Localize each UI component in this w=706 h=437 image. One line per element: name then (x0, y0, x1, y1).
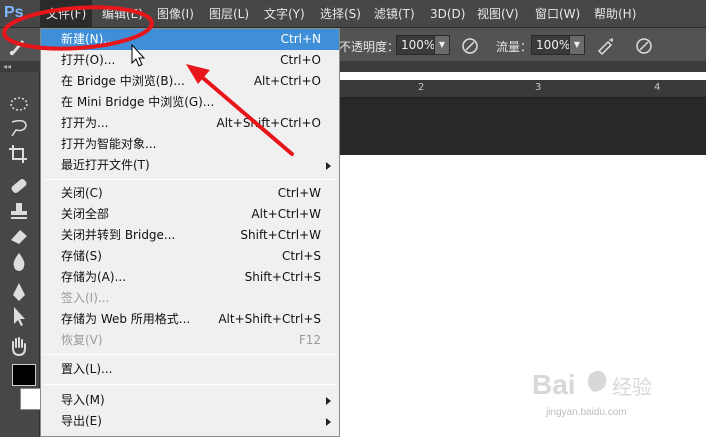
watermark-url: jingyan.baidu.com (546, 407, 627, 418)
menu-3d[interactable]: 3D(D) (424, 0, 471, 28)
menu-item-close-go-bridge[interactable]: 关闭并转到 Bridge... Shift+Ctrl+W (41, 225, 339, 246)
hand-tool-icon[interactable] (6, 334, 32, 358)
ruler-tick-label: 2 (418, 82, 425, 93)
menu-item-save-for-web[interactable]: 存储为 Web 所用格式... Alt+Shift+Ctrl+S (41, 309, 339, 330)
menu-filter[interactable]: 滤镜(T) (368, 0, 421, 28)
menu-type[interactable]: 文字(Y) (258, 0, 311, 28)
menu-item-shortcut: Alt+Ctrl+O (253, 74, 321, 88)
menu-item-browse-bridge[interactable]: 在 Bridge 中浏览(B)... Alt+Ctrl+O (41, 71, 339, 92)
menu-select[interactable]: 选择(S) (314, 0, 367, 28)
pasteboard (340, 98, 706, 155)
path-selection-tool-icon[interactable] (6, 304, 32, 328)
lasso-tool-icon[interactable] (6, 116, 32, 140)
blur-tool-icon[interactable] (6, 250, 32, 274)
menu-item-shortcut: Alt+Shift+Ctrl+S (218, 312, 321, 326)
menu-item-shortcut: Ctrl+S (281, 249, 321, 263)
menu-item-label: 打开为智能对象... (61, 137, 157, 151)
ruler-tick-label: 3 (535, 82, 542, 93)
menu-item-shortcut: Ctrl+N (280, 32, 321, 46)
menu-item-shortcut: F12 (298, 333, 321, 347)
menu-item-label: 置入(L)... (61, 362, 113, 376)
menu-item-label: 在 Mini Bridge 中浏览(G)... (61, 95, 215, 109)
tools-panel (0, 72, 44, 437)
pen-tool-icon[interactable] (6, 280, 32, 304)
menu-item-label: 签入(I)... (61, 291, 110, 305)
menu-layer[interactable]: 图层(L) (203, 0, 255, 28)
menu-item-label: 存储为 Web 所用格式... (61, 312, 191, 326)
menu-item-export[interactable]: 导出(E) (41, 411, 339, 432)
submenu-arrow-icon (326, 418, 331, 426)
flow-label: 流量： (496, 40, 533, 54)
menu-item-save-as[interactable]: 存储为(A)... Shift+Ctrl+S (41, 267, 339, 288)
menu-item-close-all[interactable]: 关闭全部 Alt+Ctrl+W (41, 204, 339, 225)
watermark-brand-text: Bai (532, 369, 576, 400)
photoshop-logo: Ps (4, 4, 24, 21)
menu-image[interactable]: 图像(I) (151, 0, 200, 28)
menu-file[interactable]: 文件(F) (40, 0, 93, 28)
menu-item-label: 关闭(C) (61, 186, 103, 200)
horizontal-ruler: 2 3 4 (340, 80, 706, 98)
pressure-size-icon[interactable] (634, 36, 654, 56)
panel-collapse-strip[interactable]: ◂◂ (0, 62, 40, 72)
menu-item-open-as[interactable]: 打开为... Alt+Shift+Ctrl+O (41, 113, 339, 134)
opacity-input[interactable]: 100% (396, 35, 436, 55)
menu-item-shortcut: Alt+Ctrl+W (251, 207, 321, 221)
flow-input[interactable]: 100% (531, 35, 571, 55)
menu-item-label: 导出(E) (61, 414, 102, 428)
menu-item-label: 打开为... (61, 116, 109, 130)
marquee-tool-icon[interactable] (6, 92, 32, 116)
menu-item-revert: 恢复(V) F12 (41, 330, 339, 351)
eraser-tool-icon[interactable] (6, 224, 32, 248)
watermark-brand-suffix: 经验 (612, 375, 652, 399)
menu-item-label: 存储为(A)... (61, 270, 127, 284)
menu-separator (43, 179, 337, 180)
menu-item-recent-files[interactable]: 最近打开文件(T) (41, 155, 339, 176)
menu-item-shortcut: Shift+Ctrl+S (244, 270, 321, 284)
menu-separator (43, 384, 337, 385)
menu-item-place[interactable]: 置入(L)... (41, 359, 339, 380)
flow-dropdown-button[interactable]: ▼ (569, 35, 585, 55)
menu-item-label: 存储(S) (61, 249, 102, 263)
submenu-arrow-icon (326, 162, 331, 170)
menu-item-shortcut: Ctrl+O (280, 53, 321, 67)
file-menu-dropdown: 新建(N)... Ctrl+N 打开(O)... Ctrl+O 在 Bridge… (40, 28, 340, 437)
crop-tool-icon[interactable] (6, 142, 32, 166)
menu-item-save[interactable]: 存储(S) Ctrl+S (41, 246, 339, 267)
menu-bar: Ps 文件(F) 编辑(E) 图像(I) 图层(L) 文字(Y) 选择(S) 滤… (0, 0, 706, 28)
menu-item-label: 新建(N)... (61, 32, 115, 46)
menu-item-import[interactable]: 导入(M) (41, 390, 339, 411)
menu-item-label: 最近打开文件(T) (61, 158, 150, 172)
pressure-opacity-icon[interactable] (460, 36, 480, 56)
menu-item-label: 恢复(V) (61, 333, 103, 347)
menu-edit[interactable]: 编辑(E) (96, 0, 149, 28)
menu-item-label: 在 Bridge 中浏览(B)... (61, 74, 185, 88)
menu-item-label: 打开(O)... (61, 53, 116, 67)
brush-tool-icon[interactable] (8, 34, 30, 56)
menu-separator (43, 354, 337, 355)
foreground-color-swatch[interactable] (12, 364, 36, 386)
menu-item-browse-mini-bridge[interactable]: 在 Mini Bridge 中浏览(G)... (41, 92, 339, 113)
ruler-tick-label: 4 (654, 82, 661, 93)
menu-item-open[interactable]: 打开(O)... Ctrl+O (41, 50, 339, 71)
menu-item-label: 关闭并转到 Bridge... (61, 228, 176, 242)
submenu-arrow-icon (326, 397, 331, 405)
menu-item-new[interactable]: 新建(N)... Ctrl+N (41, 29, 339, 50)
opacity-label: 不透明度： (339, 40, 400, 54)
menu-item-close[interactable]: 关闭(C) Ctrl+W (41, 183, 339, 204)
airbrush-icon[interactable] (596, 36, 616, 56)
menu-item-open-smart-object[interactable]: 打开为智能对象... (41, 134, 339, 155)
healing-brush-tool-icon[interactable] (6, 174, 32, 198)
menu-help[interactable]: 帮助(H) (588, 0, 642, 28)
menu-item-label: 导入(M) (61, 393, 105, 407)
menu-item-shortcut: Shift+Ctrl+W (240, 228, 321, 242)
clone-stamp-tool-icon[interactable] (6, 200, 32, 224)
menu-window[interactable]: 窗口(W) (529, 0, 586, 28)
menu-item-shortcut: Ctrl+W (277, 186, 321, 200)
opacity-dropdown-button[interactable]: ▼ (434, 35, 450, 55)
menu-item-label: 关闭全部 (61, 207, 110, 221)
menu-item-check-in: 签入(I)... (41, 288, 339, 309)
menu-view[interactable]: 视图(V) (471, 0, 525, 28)
menu-item-shortcut: Alt+Shift+Ctrl+O (216, 116, 321, 130)
